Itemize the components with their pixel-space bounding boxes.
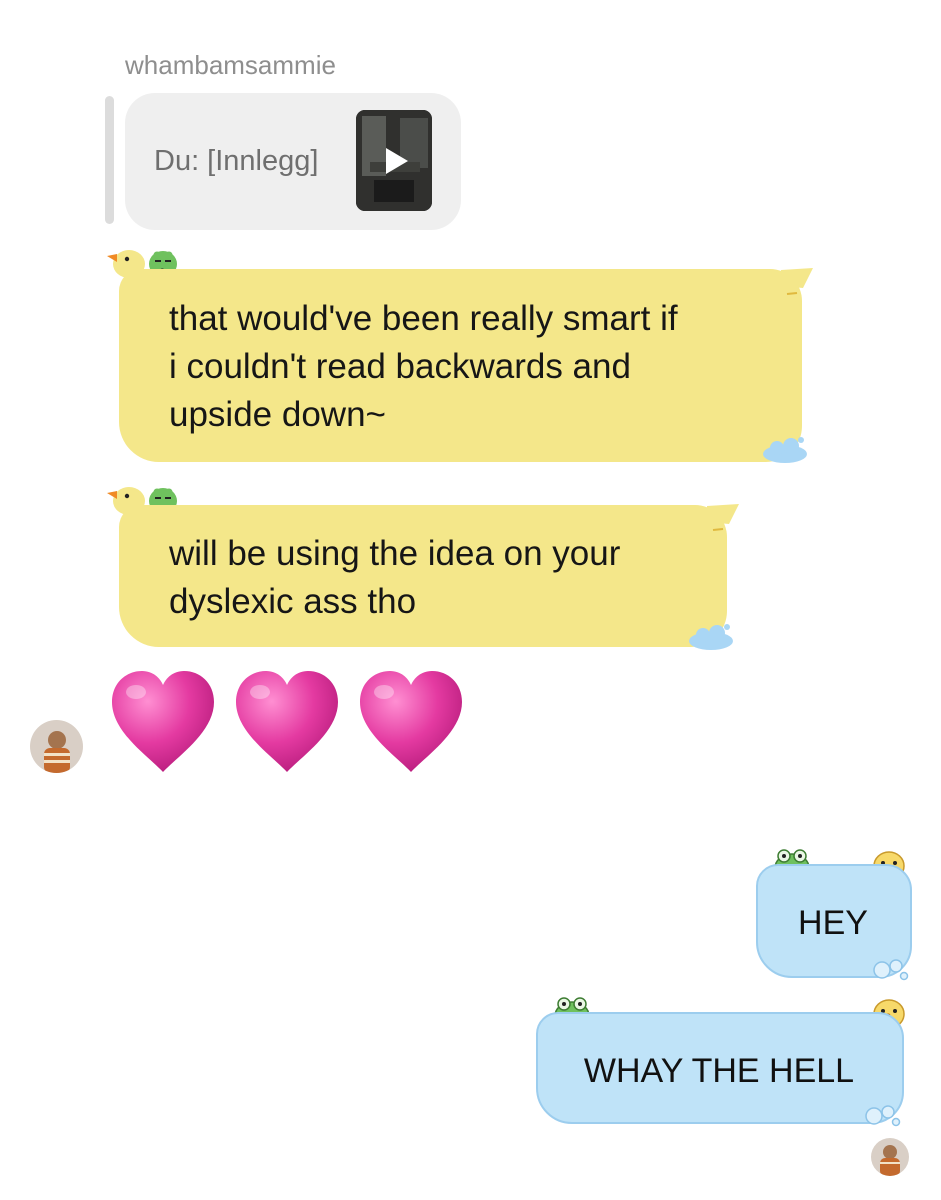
- pink-heart-icon: [360, 671, 462, 772]
- message-text: will be using the idea on your dyslexic …: [169, 534, 621, 621]
- message-text: WHAY THE HELL: [583, 1052, 855, 1090]
- reply-preview-label: Du: [Innlegg]: [154, 145, 319, 177]
- pink-heart-icon: [236, 671, 338, 772]
- message-bubble[interactable]: B HEY: [752, 842, 917, 982]
- bubble-foam-icon: [763, 437, 807, 463]
- sender-name: whambamsammie: [125, 50, 336, 80]
- duck-tail-icon: [781, 268, 813, 295]
- message-bubble[interactable]: ? will be using the idea on your dyslexi…: [105, 475, 745, 655]
- play-icon: [356, 110, 432, 211]
- reply-quote-bar: [105, 96, 114, 224]
- emoji-message[interactable]: [108, 668, 478, 778]
- duck-tail-icon: [707, 504, 739, 531]
- profile-photo-icon: [871, 1138, 909, 1176]
- pink-heart-icon: [112, 671, 214, 772]
- soap-bubbles-icon: [873, 959, 909, 981]
- avatar[interactable]: [30, 720, 83, 773]
- message-bubble[interactable]: B WHAY THE HELL: [532, 990, 917, 1130]
- message-text: that would've been really smart if i cou…: [169, 299, 678, 434]
- avatar[interactable]: [871, 1138, 909, 1176]
- message-text: HEY: [798, 904, 868, 942]
- video-thumbnail[interactable]: [356, 110, 432, 211]
- profile-photo-icon: [30, 720, 83, 773]
- bubble-foam-icon: [689, 624, 733, 650]
- soap-bubbles-icon: [865, 1105, 901, 1127]
- message-bubble[interactable]: ? that would've been really smart if i c…: [105, 238, 820, 468]
